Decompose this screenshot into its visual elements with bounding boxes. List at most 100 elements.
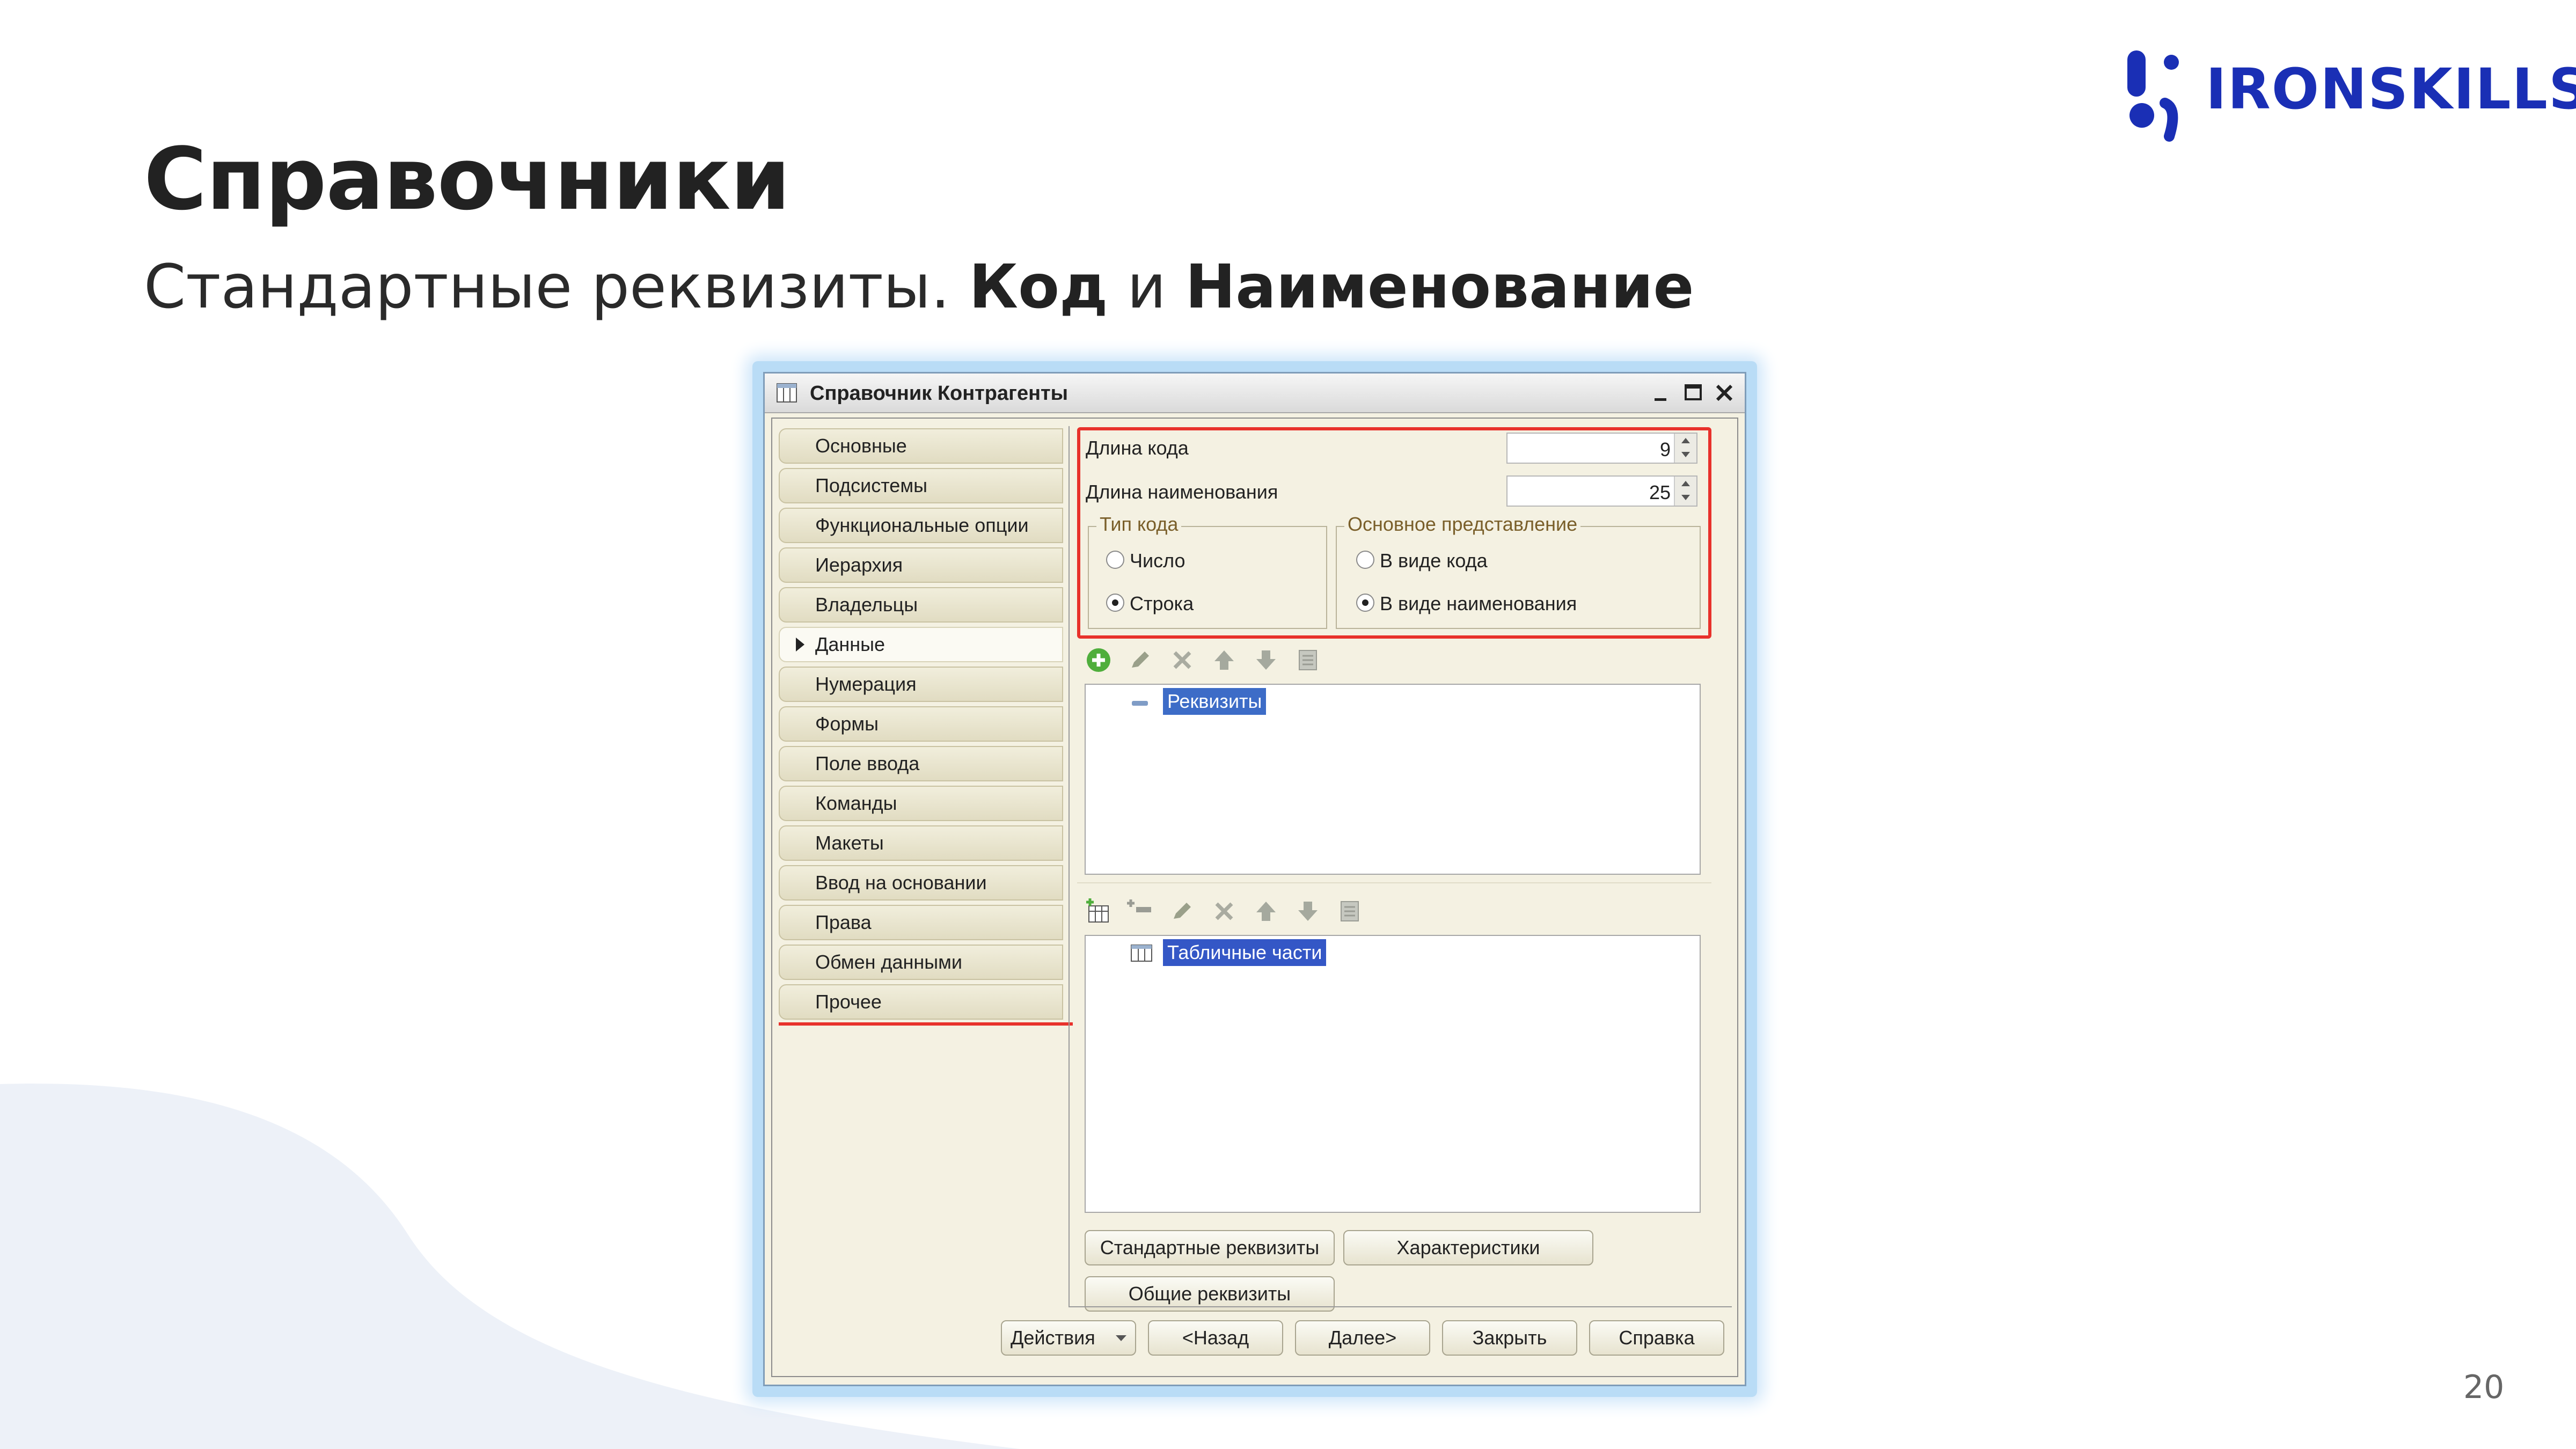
nav-item-data[interactable]: Данные xyxy=(779,627,1063,662)
nav-label: Ввод на основании xyxy=(815,872,987,894)
nav-item-main[interactable]: Основные xyxy=(779,428,1063,464)
nav-separator xyxy=(1069,426,1070,1306)
attributes-node[interactable]: Реквизиты xyxy=(1163,688,1267,715)
nav-label: Команды xyxy=(815,792,897,814)
move-down-icon[interactable] xyxy=(1252,646,1280,674)
code-type-legend: Тип кода xyxy=(1096,513,1182,536)
nav-label: Макеты xyxy=(815,832,884,854)
name-length-input[interactable]: 25 xyxy=(1506,475,1697,507)
name-length-spinner[interactable] xyxy=(1674,477,1696,506)
nav-label: Права xyxy=(815,911,872,933)
nav-item-subsystems[interactable]: Подсистемы xyxy=(779,468,1063,503)
nav-label: Функциональные опции xyxy=(815,514,1029,536)
slide-title: Справочники xyxy=(144,129,791,229)
nav-item-other[interactable]: Прочее xyxy=(779,984,1063,1020)
attributes-tree[interactable]: Реквизиты xyxy=(1085,684,1701,875)
footer-divider xyxy=(1069,1306,1732,1307)
actions-button[interactable]: Действия xyxy=(1001,1320,1136,1356)
page-number: 20 xyxy=(2463,1368,2505,1406)
close-icon[interactable] xyxy=(1710,379,1738,407)
add-icon[interactable] xyxy=(1085,646,1113,674)
radio-number[interactable] xyxy=(1106,551,1124,569)
logo-text: IRONSKILLS xyxy=(2206,56,2576,122)
nav-label: Обмен данными xyxy=(815,951,963,973)
characteristics-button[interactable]: Характеристики xyxy=(1343,1230,1593,1265)
radio-string-label: Строка xyxy=(1130,592,1194,614)
nav-item-templates[interactable]: Макеты xyxy=(779,825,1063,861)
tabular-parts-node[interactable]: Табличные части xyxy=(1163,939,1327,966)
name-length-value: 25 xyxy=(1649,481,1671,503)
delete-icon[interactable] xyxy=(1210,897,1238,925)
nav-item-input-field[interactable]: Поле ввода xyxy=(779,746,1063,781)
nav-item-rights[interactable]: Права xyxy=(779,905,1063,940)
subtitle-and: и xyxy=(1127,252,1166,322)
code-length-input[interactable]: 9 xyxy=(1506,433,1697,464)
actions-label: Действия xyxy=(1011,1327,1095,1349)
slide-subtitle: Стандартные реквизиты. Код и Наименовани… xyxy=(144,252,1694,322)
back-button[interactable]: <Назад xyxy=(1148,1320,1283,1356)
subtitle-code: Код xyxy=(969,252,1108,322)
code-length-spinner[interactable] xyxy=(1674,434,1696,463)
table-icon xyxy=(1131,945,1152,962)
collapse-minus-icon[interactable] xyxy=(1130,697,1151,709)
nav-label: Поле ввода xyxy=(815,752,920,774)
nav-item-forms[interactable]: Формы xyxy=(779,706,1063,742)
nav-item-numbering[interactable]: Нумерация xyxy=(779,667,1063,702)
window-titlebar[interactable]: Справочник Контрагенты xyxy=(765,374,1745,413)
subtitle-name: Наименование xyxy=(1185,252,1694,322)
edit-icon[interactable] xyxy=(1126,646,1154,674)
section-divider xyxy=(1077,882,1711,883)
add-table-icon[interactable] xyxy=(1085,897,1113,925)
nav-item-commands[interactable]: Команды xyxy=(779,786,1063,821)
nav-label: Основные xyxy=(815,435,907,457)
active-arrow-icon xyxy=(796,638,804,652)
catalog-icon xyxy=(777,383,797,402)
window-title: Справочник Контрагенты xyxy=(810,382,1069,405)
nav-label: Прочее xyxy=(815,991,882,1013)
tabular-parts-tree[interactable]: Табличные части xyxy=(1085,935,1701,1213)
code-length-label: Длина кода xyxy=(1086,437,1189,459)
active-underline xyxy=(779,1022,1073,1026)
move-up-icon[interactable] xyxy=(1210,646,1238,674)
nav-item-hierarchy[interactable]: Иерархия xyxy=(779,547,1063,583)
list-icon[interactable] xyxy=(1294,646,1322,674)
help-button[interactable]: Справка xyxy=(1589,1320,1724,1356)
nav-label: Иерархия xyxy=(815,554,903,576)
attributes-toolbar xyxy=(1085,646,1353,678)
catalog-window: Справочник Контрагенты Основные Подсисте… xyxy=(763,372,1746,1386)
code-length-value: 9 xyxy=(1659,438,1671,460)
nav-item-functional-options[interactable]: Функциональные опции xyxy=(779,508,1063,543)
tabular-toolbar xyxy=(1085,897,1385,930)
close-button[interactable]: Закрыть xyxy=(1442,1320,1577,1356)
radio-number-label: Число xyxy=(1130,550,1185,572)
maximize-icon[interactable] xyxy=(1679,379,1707,407)
nav-item-input-by-basis[interactable]: Ввод на основании xyxy=(779,865,1063,901)
radio-as-name[interactable] xyxy=(1356,594,1374,612)
nav-item-owners[interactable]: Владельцы xyxy=(779,587,1063,623)
subtitle-prefix: Стандартные реквизиты. xyxy=(144,252,950,322)
edit-icon[interactable] xyxy=(1168,897,1196,925)
main-presentation-legend: Основное представление xyxy=(1344,513,1581,536)
nav-label: Подсистемы xyxy=(815,474,927,496)
nav-label: Данные xyxy=(815,633,885,655)
main-presentation-group: Основное представление В виде кода В вид… xyxy=(1336,513,1701,629)
radio-string[interactable] xyxy=(1106,594,1124,612)
nav-label: Владельцы xyxy=(815,594,918,616)
delete-icon[interactable] xyxy=(1168,646,1196,674)
nav-label: Нумерация xyxy=(815,673,917,695)
window-content: Основные Подсистемы Функциональные опции… xyxy=(771,418,1738,1377)
nav-item-data-exchange[interactable]: Обмен данными xyxy=(779,945,1063,980)
list-icon[interactable] xyxy=(1336,897,1364,925)
add-column-icon[interactable] xyxy=(1126,897,1154,925)
minimize-icon[interactable] xyxy=(1647,379,1675,407)
move-up-icon[interactable] xyxy=(1252,897,1280,925)
nav-label: Формы xyxy=(815,713,879,735)
next-button[interactable]: Далее> xyxy=(1295,1320,1430,1356)
radio-as-name-label: В виде наименования xyxy=(1380,592,1577,614)
radio-as-code[interactable] xyxy=(1356,551,1374,569)
radio-as-code-label: В виде кода xyxy=(1380,550,1488,572)
move-down-icon[interactable] xyxy=(1294,897,1322,925)
standard-attributes-button[interactable]: Стандартные реквизиты xyxy=(1085,1230,1335,1265)
dropdown-arrow-icon xyxy=(1116,1335,1126,1341)
name-length-label: Длина наименования xyxy=(1086,481,1278,503)
